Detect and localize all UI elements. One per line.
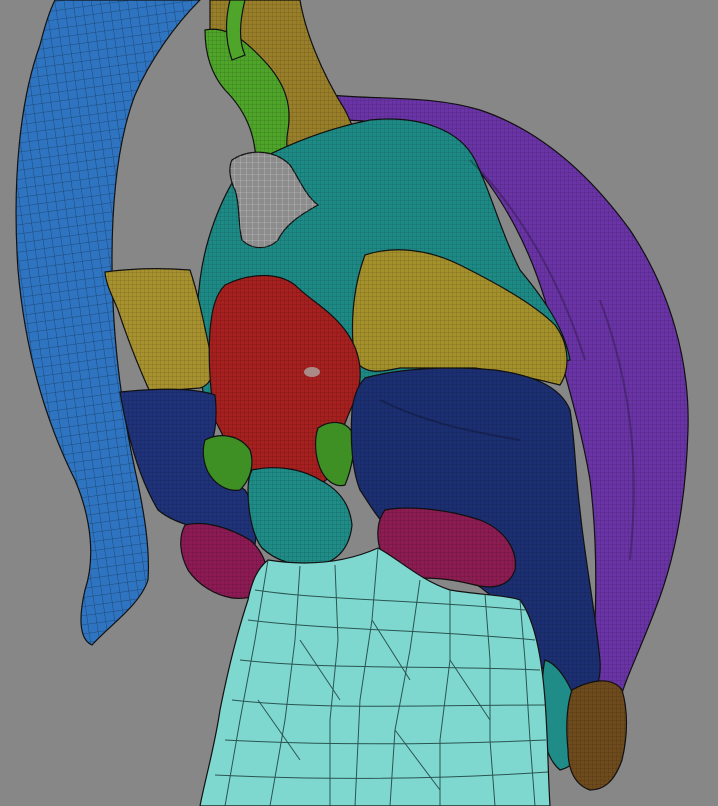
brown-tip-mesh xyxy=(566,680,628,791)
3d-viewport[interactable] xyxy=(0,0,718,806)
mesh-render xyxy=(15,0,689,806)
olive-left-lobe-mesh xyxy=(104,268,214,393)
